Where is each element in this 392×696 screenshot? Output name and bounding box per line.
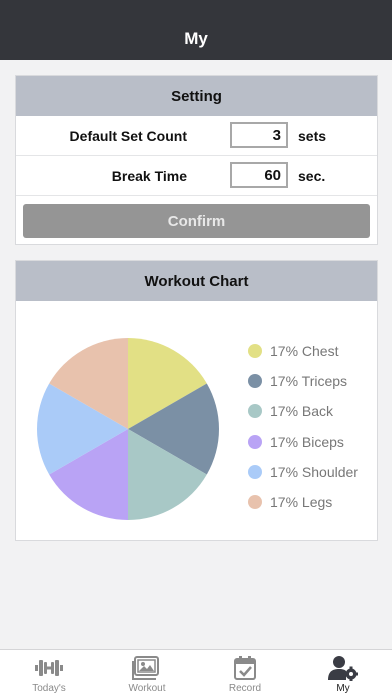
break-time-label: Break Time bbox=[111, 168, 187, 184]
default-set-count-unit: sets bbox=[298, 128, 327, 144]
legend-label-legs: 17% Legs bbox=[270, 494, 333, 510]
setting-title: Setting bbox=[16, 76, 377, 116]
workout-chart-card: Workout Chart 17% Chest 17% Triceps 17% … bbox=[15, 260, 378, 541]
legend-label-biceps: 17% Biceps bbox=[270, 434, 344, 450]
app-header: My bbox=[0, 0, 392, 60]
tab-my[interactable]: My bbox=[294, 650, 392, 696]
legend-dot-shoulder bbox=[248, 465, 262, 479]
default-set-count-input[interactable] bbox=[230, 122, 288, 148]
legend-dot-biceps bbox=[248, 435, 262, 449]
legend-item-biceps: 17% Biceps bbox=[248, 432, 344, 452]
legend-item-chest: 17% Chest bbox=[248, 341, 338, 361]
legend-label-shoulder: 17% Shoulder bbox=[270, 464, 358, 480]
tab-todays-label: Today's bbox=[32, 683, 66, 694]
legend-dot-chest bbox=[248, 344, 262, 358]
tab-record-label: Record bbox=[228, 683, 262, 694]
tab-workout[interactable]: Workout bbox=[98, 650, 196, 696]
calendar-check-icon bbox=[234, 656, 256, 680]
default-set-count-row: Default Set Count sets bbox=[16, 116, 377, 156]
legend-item-legs: 17% Legs bbox=[248, 492, 332, 512]
legend-dot-triceps bbox=[248, 374, 262, 388]
break-time-input[interactable] bbox=[230, 162, 288, 188]
default-set-count-label: Default Set Count bbox=[69, 128, 187, 144]
break-time-row: Break Time sec. bbox=[16, 156, 377, 196]
legend-item-triceps: 17% Triceps bbox=[248, 371, 347, 391]
tab-workout-label: Workout bbox=[128, 683, 166, 694]
legend-label-chest: 17% Chest bbox=[270, 343, 339, 359]
legend-dot-legs bbox=[248, 495, 262, 509]
workout-chart-title: Workout Chart bbox=[16, 261, 377, 301]
legend-item-back: 17% Back bbox=[248, 401, 333, 421]
legend-dot-back bbox=[248, 404, 262, 418]
confirm-button[interactable]: Confirm bbox=[23, 204, 370, 238]
user-gear-icon bbox=[328, 656, 358, 681]
break-time-unit: sec. bbox=[298, 168, 326, 184]
tab-my-label: My bbox=[336, 683, 350, 694]
tab-bar: Today's Workout Record My bbox=[0, 649, 392, 696]
setting-card: Setting Default Set Count sets Break Tim… bbox=[15, 75, 378, 245]
legend-item-shoulder: 17% Shoulder bbox=[248, 462, 358, 482]
dumbbell-icon bbox=[35, 660, 63, 676]
page-title: My bbox=[184, 29, 208, 48]
legend-label-back: 17% Back bbox=[270, 403, 334, 419]
legend-label-triceps: 17% Triceps bbox=[270, 373, 348, 389]
gallery-icon bbox=[132, 656, 159, 680]
tab-record[interactable]: Record bbox=[196, 650, 294, 696]
tab-todays[interactable]: Today's bbox=[0, 650, 98, 696]
